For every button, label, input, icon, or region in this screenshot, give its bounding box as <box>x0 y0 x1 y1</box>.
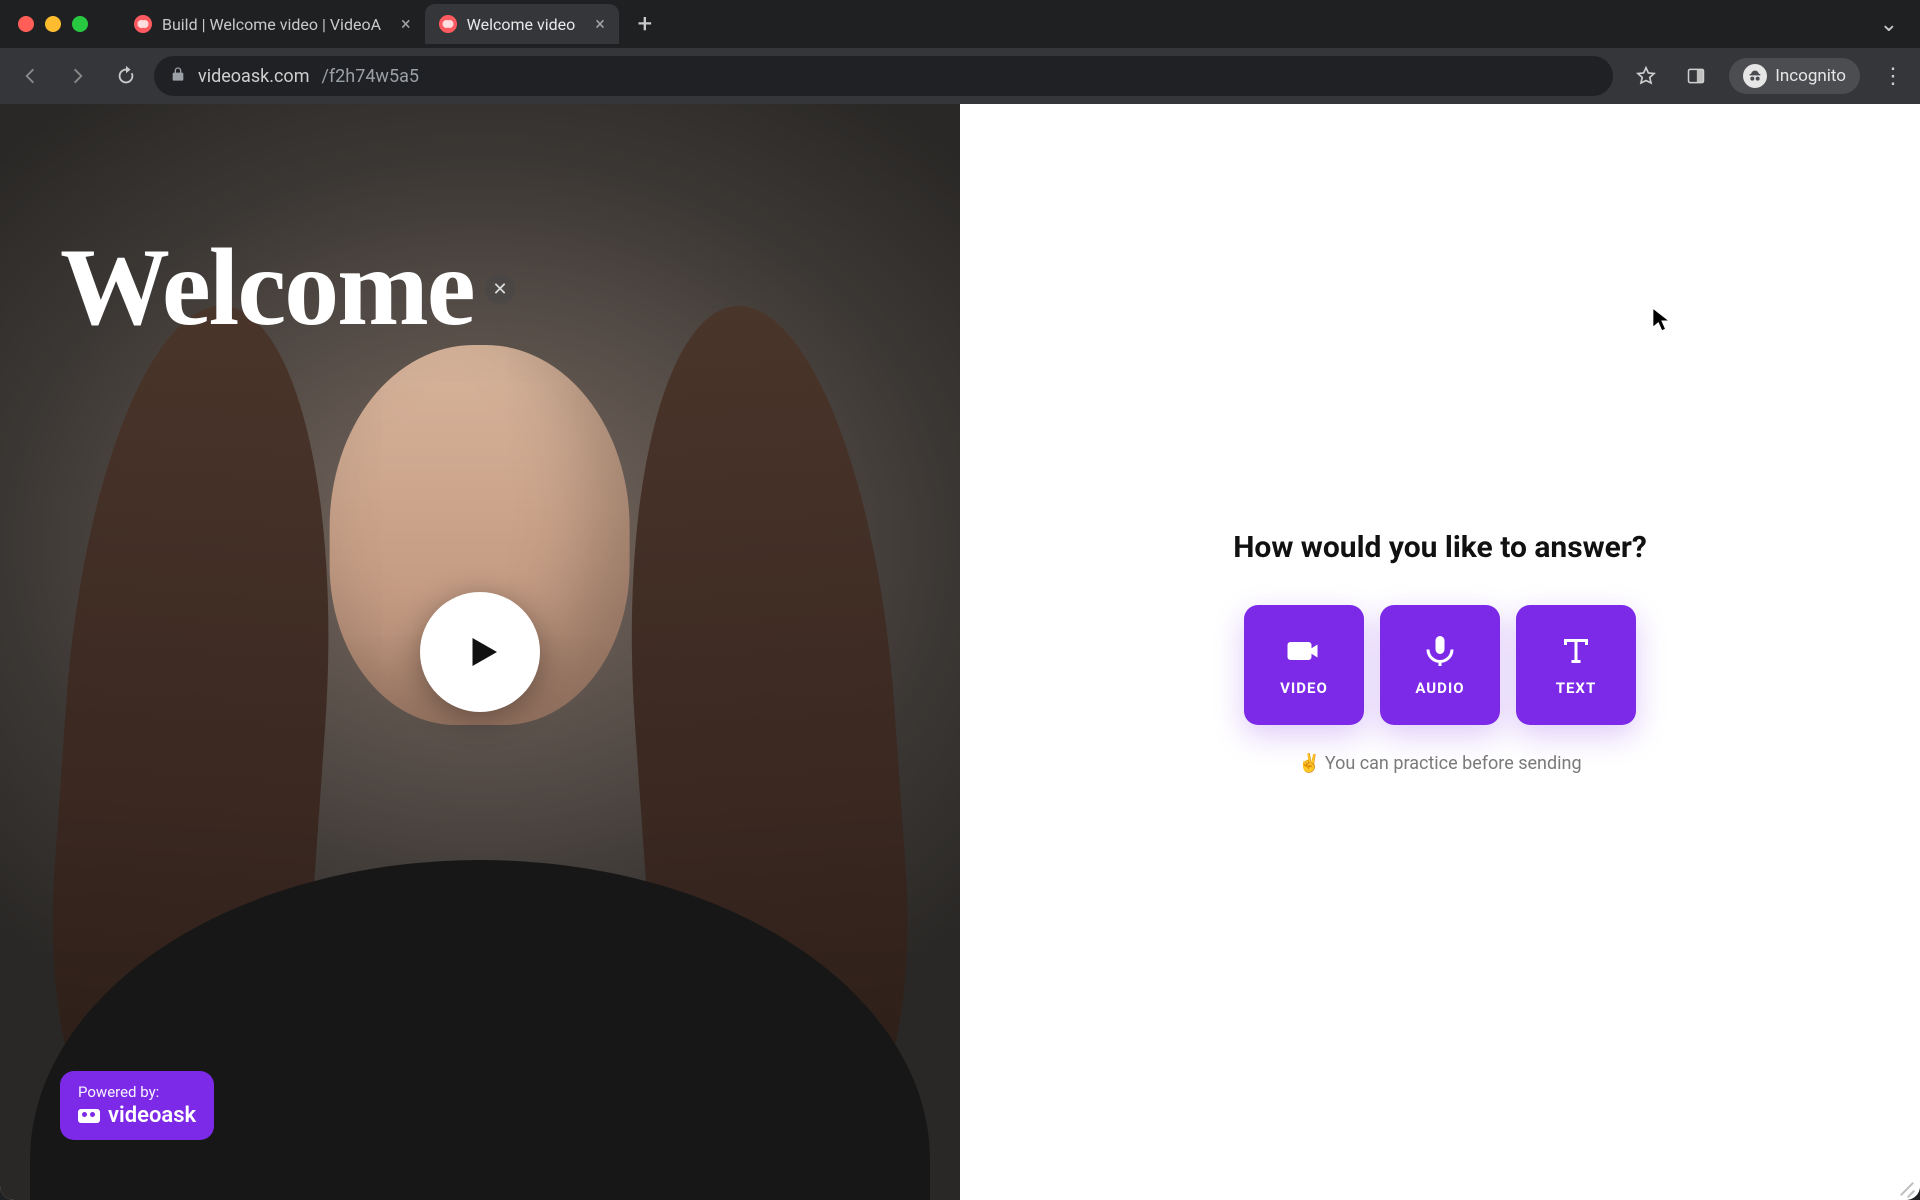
answer-pane: How would you like to answer? VIDEO AUDI… <box>960 104 1920 1200</box>
title-close-button[interactable]: ✕ <box>485 274 515 304</box>
kebab-menu-icon: ⋮ <box>1882 64 1904 89</box>
option-label: VIDEO <box>1280 679 1328 697</box>
toolbar-right: Incognito ⋮ <box>1629 58 1910 94</box>
brand-name: videoask <box>108 1103 196 1128</box>
url-host: videoask.com <box>198 66 309 87</box>
side-panel-button[interactable] <box>1679 59 1713 93</box>
tab-title: Build | Welcome video | VideoA <box>162 15 381 34</box>
side-panel-icon <box>1686 66 1706 86</box>
close-icon[interactable]: × <box>401 14 411 35</box>
powered-by-label: Powered by: <box>78 1083 196 1101</box>
close-icon: ✕ <box>492 279 507 300</box>
play-button[interactable] <box>420 592 540 712</box>
tab-strip: Build | Welcome video | VideoA × Welcome… <box>0 0 1920 48</box>
browser-toolbar: videoask.com/f2h74w5a5 Incognito ⋮ <box>0 48 1920 104</box>
reload-button[interactable] <box>106 56 146 96</box>
practice-hint: ✌️You can practice before sending <box>1233 753 1647 774</box>
window-minimize-button[interactable] <box>45 16 61 32</box>
reload-icon <box>115 65 137 87</box>
tab-title: Welcome video <box>467 15 576 34</box>
favicon-icon <box>134 15 152 33</box>
lock-icon <box>170 66 186 86</box>
browser-tab-build[interactable]: Build | Welcome video | VideoA × <box>120 4 425 44</box>
hint-emoji: ✌️ <box>1298 753 1320 774</box>
powered-by-badge[interactable]: Powered by: videoask <box>60 1071 214 1140</box>
bookmark-button[interactable] <box>1629 59 1663 93</box>
window-controls <box>18 16 88 32</box>
text-icon <box>1558 633 1594 669</box>
url-path: /f2h74w5a5 <box>321 66 419 87</box>
brand-row: videoask <box>78 1103 196 1128</box>
tab-list-dropdown[interactable]: ⌄ <box>1880 12 1898 37</box>
video-pane: Welcome ✕ Powered by: videoask <box>0 104 960 1200</box>
video-title: Welcome <box>60 224 474 351</box>
star-icon <box>1635 65 1657 87</box>
answer-option-text[interactable]: TEXT <box>1516 605 1636 725</box>
window-close-button[interactable] <box>18 16 34 32</box>
forward-arrow-icon <box>67 65 89 87</box>
answer-options: VIDEO AUDIO TEXT <box>1233 605 1647 725</box>
incognito-indicator[interactable]: Incognito <box>1729 58 1860 94</box>
answer-option-audio[interactable]: AUDIO <box>1380 605 1500 725</box>
close-icon[interactable]: × <box>595 14 605 35</box>
address-bar[interactable]: videoask.com/f2h74w5a5 <box>154 56 1613 96</box>
option-label: AUDIO <box>1415 679 1464 697</box>
answer-option-video[interactable]: VIDEO <box>1244 605 1364 725</box>
back-arrow-icon <box>19 65 41 87</box>
window-maximize-button[interactable] <box>72 16 88 32</box>
hint-text: You can practice before sending <box>1325 753 1582 774</box>
forward-button[interactable] <box>58 56 98 96</box>
video-camera-icon <box>1286 633 1322 669</box>
answer-prompt: How would you like to answer? <box>1233 530 1647 565</box>
resize-grip-icon <box>1896 1176 1916 1196</box>
browser-menu-button[interactable]: ⋮ <box>1876 59 1910 93</box>
page-viewport: Welcome ✕ Powered by: videoask How would… <box>0 104 1920 1200</box>
new-tab-button[interactable]: + <box>629 8 661 40</box>
back-button[interactable] <box>10 56 50 96</box>
option-label: TEXT <box>1556 679 1597 697</box>
browser-tab-welcome[interactable]: Welcome video × <box>425 4 619 44</box>
incognito-label: Incognito <box>1775 66 1846 86</box>
videoask-logo-icon <box>78 1109 100 1123</box>
incognito-icon <box>1743 64 1767 88</box>
play-icon <box>462 631 504 673</box>
microphone-icon <box>1422 633 1458 669</box>
favicon-icon <box>439 15 457 33</box>
